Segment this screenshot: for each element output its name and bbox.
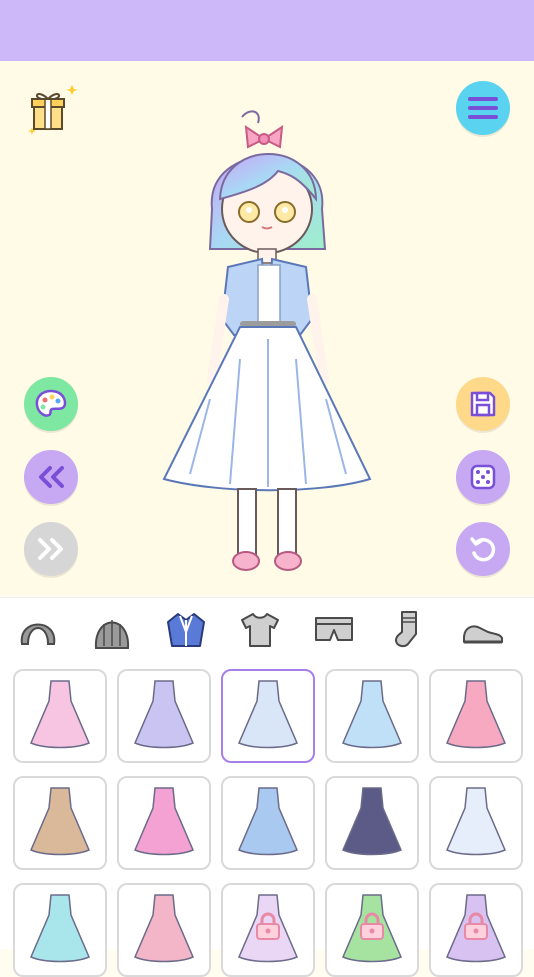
clothing-item[interactable] — [429, 669, 523, 763]
dice-icon — [470, 464, 496, 490]
next-button[interactable] — [24, 522, 78, 576]
clothing-thumbnail — [134, 680, 194, 749]
double-chevron-right-icon — [38, 538, 63, 560]
category-socks[interactable] — [384, 608, 432, 652]
character-doll — [162, 110, 372, 571]
category-shoes[interactable] — [458, 608, 506, 652]
item-grid — [0, 662, 534, 977]
clothing-item[interactable] — [117, 776, 211, 870]
palette-icon — [35, 389, 67, 417]
category-top[interactable] — [236, 608, 284, 652]
clothing-item[interactable] — [429, 883, 523, 977]
clothing-thumbnail — [134, 894, 194, 963]
reset-button[interactable] — [456, 522, 510, 576]
clothing-item[interactable] — [13, 669, 107, 763]
hamburger-menu-icon — [468, 97, 498, 119]
clothing-thumbnail — [238, 680, 298, 749]
shoe-icon — [463, 625, 503, 644]
double-chevron-left-icon — [39, 466, 64, 488]
clothing-thumbnail — [134, 787, 194, 856]
clothing-thumbnail — [30, 680, 90, 749]
clothing-item[interactable] — [429, 776, 523, 870]
category-bar — [0, 597, 534, 662]
clothing-thumbnail — [30, 894, 90, 963]
tshirt-icon — [241, 613, 279, 647]
gift-box-icon — [28, 85, 78, 135]
menu-button[interactable] — [456, 81, 510, 135]
jacket-icon — [167, 613, 205, 647]
previous-button[interactable] — [24, 450, 78, 504]
clothing-thumbnail — [238, 787, 298, 856]
lock-icon — [360, 912, 384, 940]
dress-up-stage — [0, 61, 534, 595]
clothing-item[interactable] — [221, 776, 315, 870]
clothing-item[interactable] — [325, 669, 419, 763]
clothing-item[interactable] — [221, 669, 315, 763]
clothing-item[interactable] — [13, 883, 107, 977]
gift-button[interactable] — [24, 83, 82, 139]
category-back-hair[interactable] — [88, 608, 136, 652]
category-hair[interactable] — [14, 608, 62, 652]
floppy-disk-icon — [470, 391, 496, 417]
clothing-item[interactable] — [325, 776, 419, 870]
sock-icon — [395, 611, 417, 648]
category-jacket[interactable] — [162, 608, 210, 652]
long-hair-icon — [94, 620, 130, 649]
category-bottom[interactable] — [310, 608, 358, 652]
undo-icon — [470, 537, 496, 562]
clothing-item[interactable] — [117, 669, 211, 763]
clothing-thumbnail — [446, 680, 506, 749]
lock-icon — [464, 912, 488, 940]
clothing-item[interactable] — [117, 883, 211, 977]
clothing-thumbnail — [446, 787, 506, 856]
clothing-item[interactable] — [325, 883, 419, 977]
lock-icon — [256, 912, 280, 940]
clothing-thumbnail — [342, 680, 402, 749]
randomize-button[interactable] — [456, 450, 510, 504]
clothing-thumbnail — [342, 787, 402, 856]
clothing-item[interactable] — [13, 776, 107, 870]
status-bar — [0, 0, 534, 61]
clothing-thumbnail — [30, 787, 90, 856]
shorts-icon — [315, 617, 353, 641]
hair-icon — [20, 623, 56, 645]
clothing-item[interactable] — [221, 883, 315, 977]
color-palette-button[interactable] — [24, 377, 78, 431]
save-button[interactable] — [456, 377, 510, 431]
